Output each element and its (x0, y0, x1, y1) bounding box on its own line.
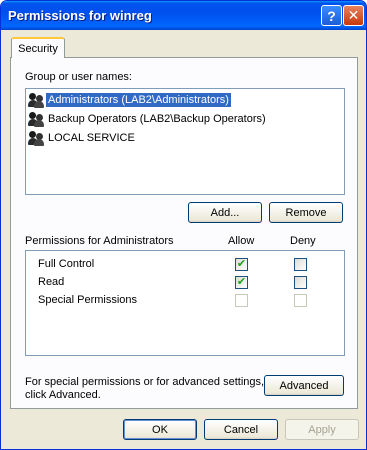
permission-name: Full Control (38, 258, 95, 270)
special-permissions-allow-checkbox (235, 294, 248, 307)
list-item[interactable]: Administrators (LAB2\Administrators) (28, 91, 342, 109)
apply-button: Apply (285, 419, 359, 440)
help-button[interactable]: ? (321, 5, 342, 26)
user-group-icon (28, 111, 45, 127)
title-bar[interactable]: Permissions for winreg ? ✕ (1, 1, 366, 30)
user-group-icon (28, 92, 45, 108)
cancel-button[interactable]: Cancel (204, 419, 278, 440)
permissions-header: Permissions for Administrators (25, 235, 174, 247)
allow-header: Allow (228, 235, 255, 247)
table-row: Special Permissions (26, 292, 342, 310)
remove-button[interactable]: Remove (269, 202, 343, 223)
close-button[interactable]: ✕ (343, 5, 364, 26)
list-item-label: Backup Operators (LAB2\Backup Operators) (48, 113, 266, 125)
add-button[interactable]: Add... (188, 202, 262, 223)
table-row: Read ✔ (26, 274, 342, 292)
permission-name: Read (38, 276, 65, 288)
list-item[interactable]: Backup Operators (LAB2\Backup Operators) (28, 110, 342, 128)
window-title: Permissions for winreg (8, 8, 152, 23)
full-control-allow-checkbox[interactable]: ✔ (235, 258, 248, 271)
list-item[interactable]: LOCAL SERVICE (28, 129, 342, 147)
advanced-note-line2: click Advanced. (25, 389, 101, 401)
read-allow-checkbox[interactable]: ✔ (235, 276, 248, 289)
ok-button[interactable]: OK (123, 419, 197, 440)
permissions-dialog: Permissions for winreg ? ✕ Security Grou… (0, 0, 367, 450)
table-row: Full Control ✔ (26, 256, 342, 274)
permissions-list: Full Control ✔ Read ✔ Special Permission… (25, 250, 345, 356)
special-permissions-deny-checkbox (294, 294, 307, 307)
user-list[interactable]: Administrators (LAB2\Administrators) Bac… (25, 88, 345, 195)
read-deny-checkbox[interactable] (294, 276, 307, 289)
advanced-button[interactable]: Advanced (264, 375, 344, 396)
advanced-note-line1: For special permissions or for advanced … (25, 376, 265, 388)
tab-security[interactable]: Security (11, 37, 65, 58)
help-icon: ? (327, 7, 336, 24)
deny-header: Deny (290, 235, 316, 247)
permission-name: Special Permissions (38, 294, 138, 306)
security-panel: Group or user names: Administrators (LAB… (10, 57, 358, 409)
close-icon: ✕ (347, 7, 360, 23)
list-item-label: LOCAL SERVICE (48, 132, 135, 144)
group-names-label: Group or user names: (25, 71, 132, 83)
tab-security-label: Security (18, 42, 58, 55)
user-group-icon (28, 130, 45, 146)
full-control-deny-checkbox[interactable] (294, 258, 307, 271)
list-item-label: Administrators (LAB2\Administrators) (46, 93, 231, 107)
